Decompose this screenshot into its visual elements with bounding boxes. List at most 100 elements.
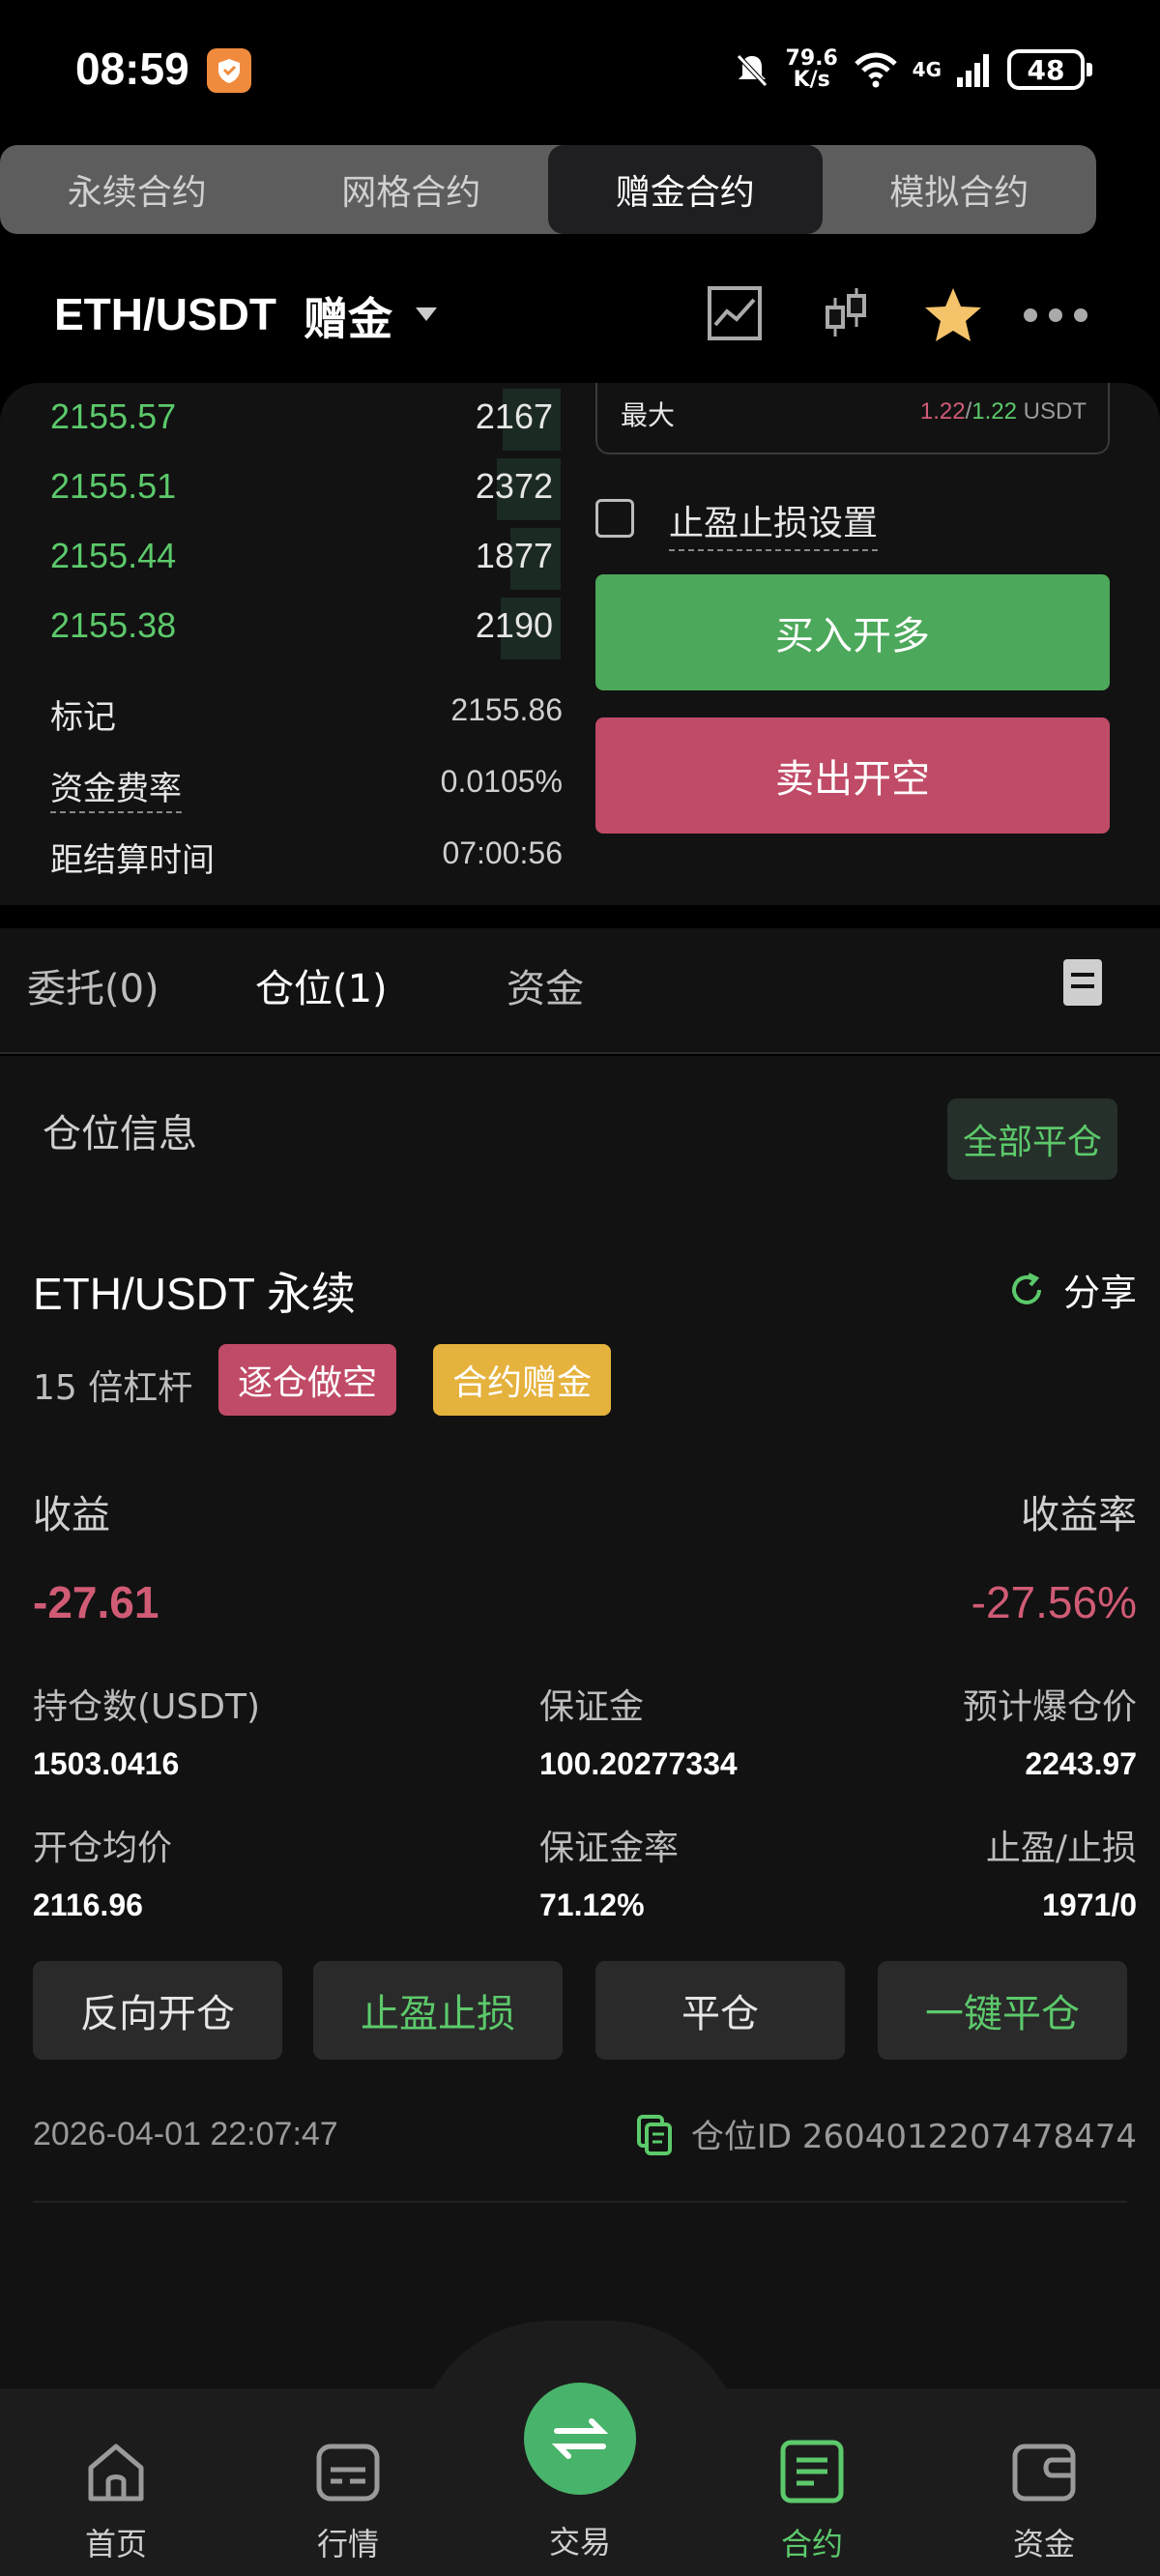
position-tabs: 委托(0) 仓位(1) 资金: [0, 928, 1160, 1054]
close-all-button[interactable]: 全部平仓: [947, 1098, 1117, 1180]
max-amount-box[interactable]: 最大 1.22/1.22 USDT: [595, 383, 1110, 454]
status-icons: 79.6 K/s 4G 48: [733, 44, 1092, 95]
share-refresh-icon: [1012, 1272, 1041, 1304]
nav-contract-label: 合约: [780, 2526, 843, 2562]
tpsl-checkbox[interactable]: [595, 499, 634, 538]
orderbook-qty: 2190: [475, 605, 553, 645]
margin-label: 保证金: [539, 1687, 645, 1727]
pair-bonus-tag[interactable]: 赠金: [304, 284, 392, 348]
orderbook-row[interactable]: 2155.38 2190: [0, 594, 570, 663]
orderbook-qty: 1877: [475, 536, 553, 575]
nav-trade[interactable]: [524, 2383, 636, 2495]
position-id-text: 仓位ID 2604012207478474: [690, 2118, 1137, 2156]
copy-icon[interactable]: [635, 2113, 674, 2155]
tab-bonus[interactable]: 赠金合约: [548, 145, 823, 234]
orderbook-price: 2155.44: [50, 536, 177, 575]
mark-price-value: 2155.86: [450, 692, 563, 727]
wallet-icon: [1012, 2444, 1076, 2502]
status-bar: 08:59 79.6 K/s 4G 48: [0, 0, 1160, 135]
line-chart-icon[interactable]: [706, 284, 764, 342]
orderbook-price: 2155.38: [50, 605, 177, 645]
share-button[interactable]: 分享: [1007, 1263, 1137, 1316]
position-pair-type: 永续: [266, 1268, 356, 1320]
tpsl-button[interactable]: 止盈止损: [313, 1961, 563, 2060]
status-time: 08:59: [75, 44, 189, 94]
funding-rate-label[interactable]: 资金费率: [50, 762, 182, 813]
liq-price-value: 2243.97: [1025, 1746, 1137, 1781]
position-size-label: 持仓数(USDT): [33, 1687, 261, 1727]
pair-selector[interactable]: ETH/USDT: [54, 288, 276, 340]
nav-market-label: 行情: [316, 2526, 379, 2562]
battery-indicator: 48: [1007, 49, 1092, 90]
settlement-time-value: 07:00:56: [442, 835, 563, 870]
tab-grid[interactable]: 网格合约: [275, 145, 549, 234]
wifi-icon: [854, 52, 897, 88]
orderbook-price: 2155.51: [50, 466, 177, 506]
position-pair: ETH/USDT 永续: [33, 1259, 356, 1323]
home-icon: [88, 2444, 144, 2502]
tab-demo[interactable]: 模拟合约: [823, 145, 1097, 234]
position-card: 仓位信息 全部平仓 ETH/USDT 永续 分享 15 倍杠杆 逐仓做空 合约赠…: [0, 1056, 1160, 2390]
contract-bonus-badge: 合约赠金: [433, 1344, 612, 1416]
nav-home-label: 首页: [84, 2526, 147, 2562]
entry-price-value: 2116.96: [33, 1888, 143, 1922]
mute-bell-icon: [736, 54, 768, 87]
position-pair-name: ETH/USDT: [33, 1269, 255, 1319]
orderbook-row[interactable]: 2155.57 2167: [0, 385, 570, 454]
tab-positions[interactable]: 仓位(1): [255, 957, 388, 1013]
battery-level: 48: [1027, 53, 1065, 86]
max-amount-unit: USDT: [1017, 398, 1087, 424]
buy-long-button[interactable]: 买入开多: [595, 574, 1110, 690]
app-notification-icon: [207, 48, 251, 93]
tpsl-value: 1971/0: [1042, 1888, 1137, 1922]
tab-assets[interactable]: 资金: [507, 957, 584, 1013]
nav-assets-label: 资金: [1012, 2526, 1075, 2562]
isolated-short-badge: 逐仓做空: [218, 1344, 397, 1416]
contract-type-tabs: 永续合约 网格合约 赠金合约 模拟合约: [0, 145, 1096, 234]
reverse-position-button[interactable]: 反向开仓: [33, 1961, 282, 2060]
network-speed: 79.6 K/s: [785, 48, 839, 91]
document-icon[interactable]: [1063, 959, 1102, 1006]
contract-icon: [780, 2440, 844, 2503]
funding-rate-value: 0.0105%: [440, 764, 563, 799]
max-label: 最大: [621, 399, 676, 431]
max-amount-a: 1.22: [919, 398, 966, 424]
orderbook-qty: 2372: [475, 466, 553, 506]
tpsl-settings-label[interactable]: 止盈止损设置: [669, 495, 879, 551]
pnl-value: -27.61: [33, 1577, 160, 1627]
position-size-value: 1503.0416: [33, 1746, 180, 1781]
position-id[interactable]: 仓位ID 2604012207478474: [635, 2110, 1137, 2157]
liq-price-label: 预计爆仓价: [962, 1687, 1137, 1727]
roe-value: -27.56%: [971, 1577, 1137, 1627]
close-position-button[interactable]: 平仓: [595, 1961, 845, 2060]
orderbook-price: 2155.57: [50, 396, 177, 436]
market-icon: [316, 2444, 380, 2502]
caret-down-icon[interactable]: [416, 307, 437, 321]
orderbook-row[interactable]: 2155.51 2372: [0, 454, 570, 524]
signal-icon: [957, 54, 989, 87]
tpsl-label: 止盈/止损: [985, 1829, 1137, 1868]
speed-unit: K/s: [793, 68, 830, 92]
entry-price-label: 开仓均价: [33, 1829, 173, 1868]
candlestick-icon[interactable]: [818, 284, 876, 342]
orderbook-row[interactable]: 2155.44 1877: [0, 524, 570, 594]
margin-ratio-value: 71.12%: [539, 1888, 645, 1922]
position-section-title: 仓位信息: [43, 1112, 197, 1156]
swap-arrows-icon: [551, 2418, 609, 2459]
star-favorite-icon[interactable]: [922, 284, 984, 346]
nav-trade-label[interactable]: 交易: [512, 2518, 648, 2562]
more-dots-icon[interactable]: [1021, 306, 1090, 325]
position-open-time: 2026-04-01 22:07:47: [33, 2116, 338, 2152]
max-amount-b: 1.22: [972, 398, 1017, 424]
orderbook-qty: 2167: [475, 396, 553, 436]
tab-perpetual[interactable]: 永续合约: [0, 145, 275, 234]
settlement-time-label: 距结算时间: [50, 841, 215, 880]
pnl-label: 收益: [33, 1493, 110, 1537]
settlement-time-row: 距结算时间 07:00:56: [0, 820, 570, 888]
funding-rate-row: 资金费率 0.0105%: [0, 748, 570, 816]
tab-orders[interactable]: 委托(0): [27, 957, 160, 1013]
one-click-close-button[interactable]: 一键平仓: [878, 1961, 1127, 2060]
sell-short-button[interactable]: 卖出开空: [595, 717, 1110, 834]
share-label: 分享: [1062, 1272, 1137, 1314]
network-type: 4G: [912, 58, 942, 81]
